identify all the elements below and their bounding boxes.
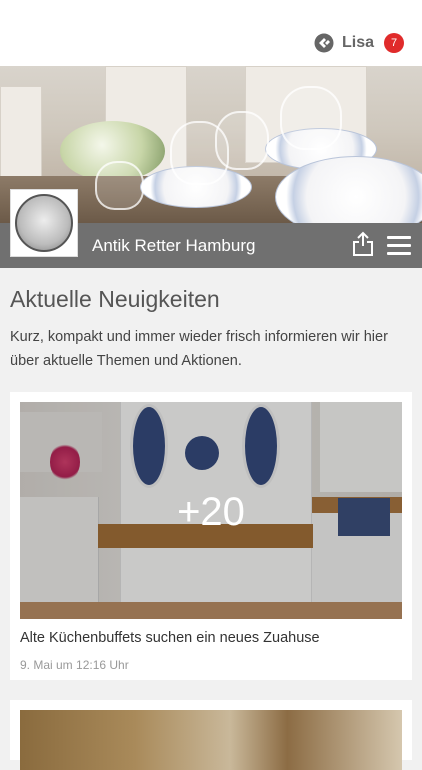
- section-intro: Kurz, kompakt und immer wieder frisch in…: [10, 329, 388, 369]
- post-title[interactable]: Alte Küchenbuffets suchen ein neues Zuah…: [20, 630, 320, 646]
- logo-emblem-icon: [15, 194, 73, 252]
- share-icon[interactable]: [352, 231, 374, 257]
- post-photo-gallery[interactable]: +20: [20, 402, 402, 619]
- news-post-card[interactable]: [10, 700, 412, 770]
- news-post-card[interactable]: +20 Alte Küchenbuffets suchen ein neues …: [10, 392, 412, 680]
- page-logo[interactable]: [10, 189, 78, 257]
- page-name[interactable]: Antik Retter Hamburg: [92, 236, 255, 256]
- user-name[interactable]: Lisa: [342, 34, 374, 52]
- post-date: 9. Mai um 12:16 Uhr: [20, 658, 129, 672]
- post-photo[interactable]: [20, 710, 402, 770]
- hamburger-menu-icon[interactable]: [387, 236, 411, 255]
- photo-count-overlay[interactable]: +20: [20, 490, 402, 535]
- user-menu[interactable]: Lisa 7: [314, 33, 404, 53]
- section-heading: Aktuelle Neuigkeiten: [10, 286, 220, 312]
- app-logo-icon: [314, 33, 334, 53]
- top-bar: Lisa 7: [0, 0, 422, 66]
- notification-badge[interactable]: 7: [384, 33, 404, 53]
